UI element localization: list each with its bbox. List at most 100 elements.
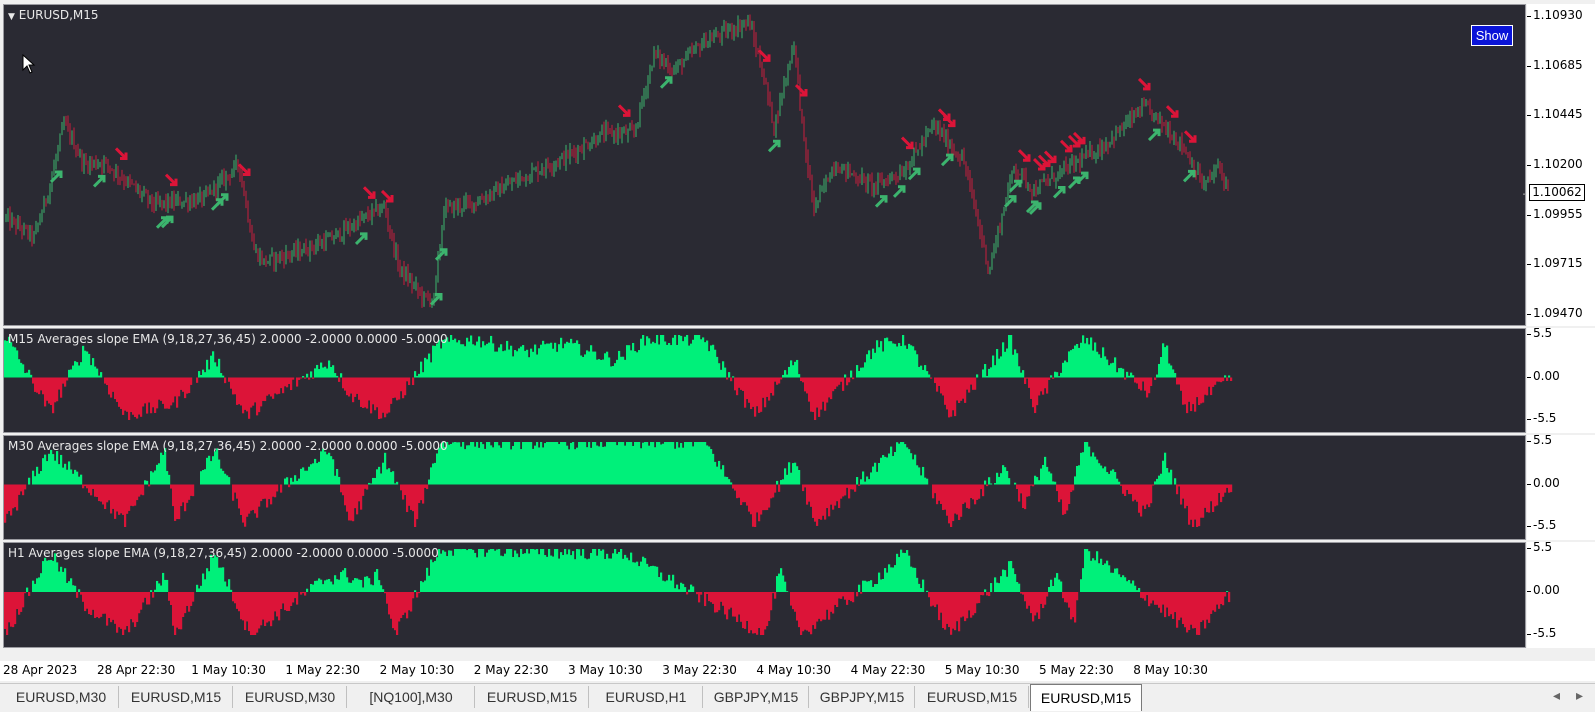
show-button[interactable]: Show: [1471, 25, 1513, 46]
histogram-bar: [1220, 592, 1223, 605]
chart-tab[interactable]: GBPJPY,M15: [810, 686, 915, 708]
histogram-bar: [44, 454, 47, 485]
histogram-bar: [920, 365, 923, 378]
histogram-bar: [160, 585, 163, 592]
histogram-bar: [822, 377, 825, 402]
chart-tab[interactable]: [NQ100],M30: [348, 686, 475, 708]
histogram-bar: [154, 470, 157, 485]
histogram-bar: [576, 447, 579, 485]
histogram-bar: [608, 558, 611, 592]
chart-tab[interactable]: EURUSD,M15: [1030, 684, 1142, 711]
indicator-scale-m15[interactable]: 5.5 0.00 -5.5: [1527, 326, 1595, 433]
histogram-bar: [704, 342, 707, 378]
metatrader-window: ▼ EURUSD,M15 Show 1.10930 1.10685 1.10445 1…: [0, 0, 1595, 712]
price-chart-pane[interactable]: ▼ EURUSD,M15 Show: [3, 4, 1526, 326]
histogram-bar: [402, 377, 405, 399]
histogram-bar: [250, 592, 253, 635]
chart-tab[interactable]: EURUSD,M15: [916, 686, 1029, 708]
indicator-tick-mark: [1527, 526, 1531, 527]
histogram-bar: [624, 445, 627, 485]
histogram-bar: [1114, 472, 1117, 485]
histogram-bar: [446, 556, 449, 592]
histogram-bar: [724, 367, 727, 378]
histogram-bar: [432, 562, 435, 592]
histogram-bar: [1112, 572, 1115, 592]
histogram-bar: [612, 366, 615, 378]
histogram-bar: [1188, 484, 1191, 525]
histogram-bar: [538, 447, 541, 485]
chart-tab[interactable]: GBPJPY,M15: [704, 686, 809, 708]
histogram-bar: [1172, 369, 1175, 378]
histogram-bar: [456, 342, 459, 378]
tab-scroll-left-icon[interactable]: ◂: [1553, 688, 1560, 704]
histogram-bar: [342, 570, 345, 592]
histogram-bar: [228, 377, 231, 382]
chart-tab[interactable]: EURUSD,M15: [476, 686, 589, 708]
histogram-bar: [734, 377, 737, 391]
histogram-bar: [434, 345, 437, 378]
histogram-bar: [332, 584, 335, 592]
histogram-bar: [398, 377, 401, 400]
histogram-bar: [96, 592, 99, 617]
histogram-bar: [728, 592, 731, 610]
histogram-bar: [460, 446, 463, 485]
histogram-bar: [248, 484, 251, 514]
histogram-bar: [130, 484, 133, 506]
chart-tab[interactable]: EURUSD,M15: [120, 686, 233, 708]
histogram-bar: [1056, 484, 1059, 492]
histogram-bar: [268, 592, 271, 622]
histogram-bar: [1094, 456, 1097, 485]
indicator-pane-h1[interactable]: H1 Averages slope EMA (9,18,27,36,45) 2.…: [3, 542, 1526, 648]
histogram-bar: [816, 377, 819, 408]
histogram-bar: [1124, 484, 1127, 497]
histogram-bar: [24, 484, 27, 490]
histogram-bar: [1144, 484, 1147, 509]
histogram-bar: [138, 592, 141, 614]
histogram-bar: [188, 484, 191, 500]
histogram-bar: [260, 484, 263, 502]
histogram-bar: [362, 377, 365, 409]
histogram-bar: [478, 549, 481, 592]
histogram-bar: [274, 484, 277, 498]
time-axis[interactable]: 28 Apr 2023 28 Apr 22:30 1 May 10:30 1 May …: [0, 661, 1595, 681]
histogram-bar: [982, 369, 985, 378]
indicator-tick-mark: [1527, 591, 1531, 592]
histogram-bar: [1142, 377, 1145, 382]
histogram-bar: [1008, 478, 1011, 485]
histogram-bar: [1100, 465, 1103, 485]
histogram-bar: [958, 377, 961, 403]
indicator-scale-h1[interactable]: 5.5 0.00 -5.5: [1527, 540, 1595, 648]
indicator-tick-mark: [1527, 634, 1531, 635]
histogram-bar: [852, 484, 855, 490]
tab-scroll-right-icon[interactable]: ▸: [1576, 688, 1583, 704]
histogram-bar: [934, 592, 937, 608]
histogram-bar: [378, 466, 381, 485]
histogram-bar: [1162, 592, 1165, 605]
histogram-bar: [1126, 484, 1129, 490]
histogram-bar: [1022, 484, 1025, 509]
histogram-bar: [706, 445, 709, 485]
indicator-pane-m30[interactable]: M30 Averages slope EMA (9,18,27,36,45) 2…: [3, 435, 1526, 540]
histogram-bar: [132, 484, 135, 507]
indicator-pane-m15[interactable]: M15 Averages slope EMA (9,18,27,36,45) 2…: [3, 328, 1526, 433]
histogram-bar: [1216, 377, 1219, 382]
histogram-bar: [836, 377, 839, 387]
histogram-bar: [1164, 452, 1167, 485]
chart-tab[interactable]: EURUSD,M30: [234, 686, 347, 708]
histogram-bar: [432, 345, 435, 378]
histogram-bar: [506, 442, 509, 485]
histogram-bar: [348, 377, 351, 397]
indicator-scale-m30[interactable]: 5.5 0.00 -5.5: [1527, 433, 1595, 540]
collapse-triangle-icon[interactable]: ▼: [8, 12, 15, 22]
histogram-bar: [14, 484, 17, 508]
histogram-bar: [206, 359, 209, 378]
price-scale[interactable]: 1.10930 1.10685 1.10445 1.10200 1.09955 1.097…: [1527, 4, 1595, 326]
chart-tab[interactable]: EURUSD,H1: [590, 686, 703, 708]
histogram-bar: [1146, 592, 1149, 596]
chart-tab[interactable]: EURUSD,M30: [4, 686, 119, 708]
histogram-bar: [962, 592, 965, 617]
histogram-bar: [334, 373, 337, 378]
histogram-bar: [122, 377, 125, 415]
histogram-bar: [996, 472, 999, 485]
histogram-bar: [346, 484, 349, 512]
